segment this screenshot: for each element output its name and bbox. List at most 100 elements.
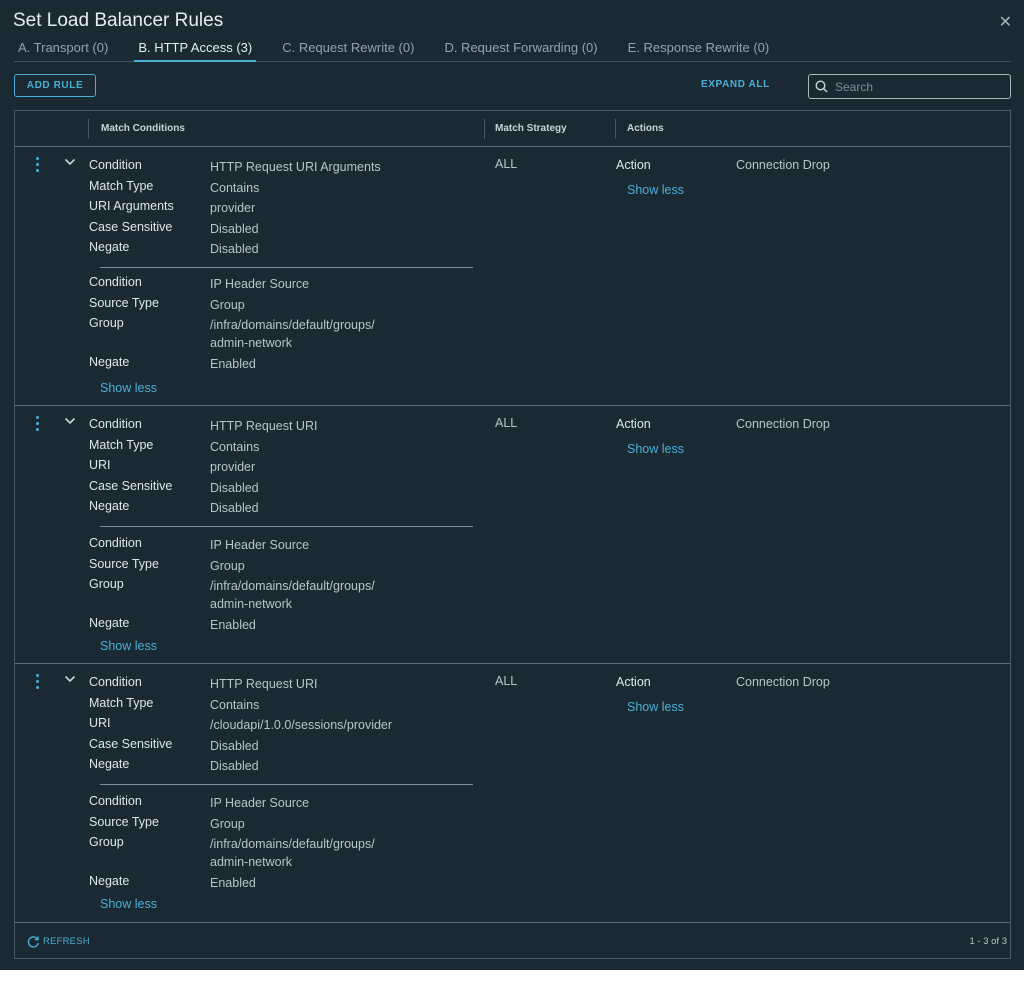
- uri-arguments-value: provider: [210, 201, 256, 215]
- row-actions-icon[interactable]: [32, 674, 42, 692]
- case-sensitive-value: Disabled: [210, 221, 259, 236]
- condition-block: Condition IP Header Source Source Type Gro…: [89, 794, 479, 895]
- condition-label: Condition: [89, 275, 142, 289]
- negate-label: Negate: [89, 499, 130, 513]
- condition-block: Condition IP Header Source Source Type Gro…: [89, 275, 479, 376]
- condition-block: Condition HTTP Request URI Match Type Cont…: [89, 417, 479, 520]
- add-rule-button[interactable]: ADD RULE: [14, 74, 96, 97]
- case-sensitive-label: Case Sensitive: [89, 478, 173, 493]
- match-strategy-value: ALL: [495, 157, 518, 171]
- source-type-value: Group: [210, 558, 245, 573]
- column-header-match-conditions[interactable]: Match Conditions: [101, 123, 185, 134]
- negate-value: Enabled: [210, 876, 256, 890]
- pagination-text: 1 - 3 of 3: [969, 936, 1008, 947]
- uri-label: URI: [89, 458, 111, 472]
- match-type-label: Match Type: [89, 178, 154, 193]
- group-label: Group: [89, 316, 124, 330]
- condition-label: Condition: [89, 417, 142, 431]
- show-less-link[interactable]: Show less: [100, 897, 157, 911]
- table-row: Condition HTTP Request URI Match Type Cont…: [15, 664, 1010, 923]
- match-strategy-value: ALL: [495, 416, 518, 430]
- source-type-label: Source Type: [89, 295, 159, 310]
- match-type-label: Match Type: [89, 437, 154, 452]
- load-balancer-rules-dialog: Set Load Balancer Rules ✕ A. Transport (…: [0, 0, 1024, 970]
- negate-label: Negate: [89, 757, 130, 771]
- uri-label: URI: [89, 716, 111, 730]
- column-separator[interactable]: [88, 119, 89, 139]
- uri-value: provider: [210, 460, 256, 474]
- condition-block: Condition IP Header Source Source Type Gro…: [89, 536, 479, 637]
- negate-value: Disabled: [210, 501, 259, 515]
- negate-label: Negate: [89, 240, 130, 254]
- action-label: Action: [616, 417, 651, 431]
- tab-response-rewrite[interactable]: E. Response Rewrite (0): [624, 38, 774, 62]
- match-type-value: Contains: [210, 180, 260, 195]
- condition-value: IP Header Source: [210, 796, 310, 810]
- column-header-match-strategy[interactable]: Match Strategy: [495, 123, 567, 134]
- negate-value: Disabled: [210, 242, 259, 256]
- group-value: /infra/domains/default/groups/admin-netw…: [210, 837, 375, 869]
- search-input[interactable]: [833, 78, 1003, 95]
- source-type-label: Source Type: [89, 556, 159, 571]
- negate-value: Enabled: [210, 618, 256, 632]
- source-type-value: Group: [210, 297, 245, 312]
- tab-bar: A. Transport (0) B. HTTP Access (3) C. R…: [14, 38, 1011, 62]
- action-label: Action: [616, 675, 651, 689]
- condition-value: IP Header Source: [210, 538, 310, 552]
- condition-block: Condition HTTP Request URI Match Type Cont…: [89, 675, 479, 778]
- action-show-less-link[interactable]: Show less: [627, 700, 684, 714]
- match-strategy-value: ALL: [495, 674, 518, 688]
- column-separator[interactable]: [484, 119, 485, 139]
- source-type-label: Source Type: [89, 814, 159, 829]
- action-value: Connection Drop: [736, 417, 830, 431]
- group-value: /infra/domains/default/groups/admin-netw…: [210, 318, 375, 350]
- condition-divider: [100, 267, 473, 268]
- dialog-title: Set Load Balancer Rules: [13, 10, 224, 31]
- negate-label: Negate: [89, 355, 130, 369]
- source-type-value: Group: [210, 816, 245, 831]
- match-type-value: Contains: [210, 697, 260, 712]
- column-separator[interactable]: [615, 119, 616, 139]
- show-less-link[interactable]: Show less: [100, 639, 157, 653]
- column-header-actions[interactable]: Actions: [627, 123, 664, 134]
- tab-request-rewrite[interactable]: C. Request Rewrite (0): [278, 38, 418, 62]
- chevron-down-icon[interactable]: [64, 157, 76, 167]
- condition-label: Condition: [89, 675, 142, 689]
- tab-http-access[interactable]: B. HTTP Access (3): [134, 38, 257, 62]
- chevron-down-icon[interactable]: [64, 416, 76, 426]
- case-sensitive-label: Case Sensitive: [89, 219, 173, 234]
- action-show-less-link[interactable]: Show less: [627, 442, 684, 456]
- refresh-label: REFRESH: [43, 936, 90, 947]
- search-field: [808, 74, 1011, 99]
- tab-request-forwarding[interactable]: D. Request Forwarding (0): [440, 38, 601, 62]
- row-actions-icon[interactable]: [32, 416, 42, 434]
- negate-value: Disabled: [210, 759, 259, 773]
- condition-label: Condition: [89, 794, 142, 808]
- expand-all-button[interactable]: EXPAND ALL: [701, 79, 770, 90]
- match-type-label: Match Type: [89, 695, 154, 710]
- action-label: Action: [616, 158, 651, 172]
- refresh-icon: [27, 936, 39, 948]
- uri-arguments-label: URI Arguments: [89, 199, 174, 213]
- search-icon: [815, 80, 828, 93]
- table-row: Condition HTTP Request URI Arguments Matc…: [15, 147, 1010, 406]
- chevron-down-icon[interactable]: [64, 674, 76, 684]
- group-value: /infra/domains/default/groups/admin-netw…: [210, 579, 375, 611]
- negate-label: Negate: [89, 874, 130, 888]
- rules-datagrid: Match Conditions Match Strategy Actions …: [14, 110, 1011, 959]
- condition-value: IP Header Source: [210, 277, 310, 291]
- refresh-button[interactable]: REFRESH: [27, 935, 90, 948]
- close-icon[interactable]: ✕: [999, 12, 1012, 32]
- action-value: Connection Drop: [736, 675, 830, 689]
- row-actions-icon[interactable]: [32, 157, 42, 175]
- grid-footer: REFRESH 1 - 3 of 3: [15, 922, 1010, 958]
- condition-value: HTTP Request URI: [210, 419, 318, 433]
- condition-label: Condition: [89, 536, 142, 550]
- tab-transport[interactable]: A. Transport (0): [14, 38, 112, 62]
- grid-header: Match Conditions Match Strategy Actions: [15, 111, 1010, 147]
- group-label: Group: [89, 577, 124, 591]
- action-show-less-link[interactable]: Show less: [627, 183, 684, 197]
- condition-divider: [100, 784, 473, 785]
- case-sensitive-value: Disabled: [210, 480, 259, 495]
- show-less-link[interactable]: Show less: [100, 381, 157, 395]
